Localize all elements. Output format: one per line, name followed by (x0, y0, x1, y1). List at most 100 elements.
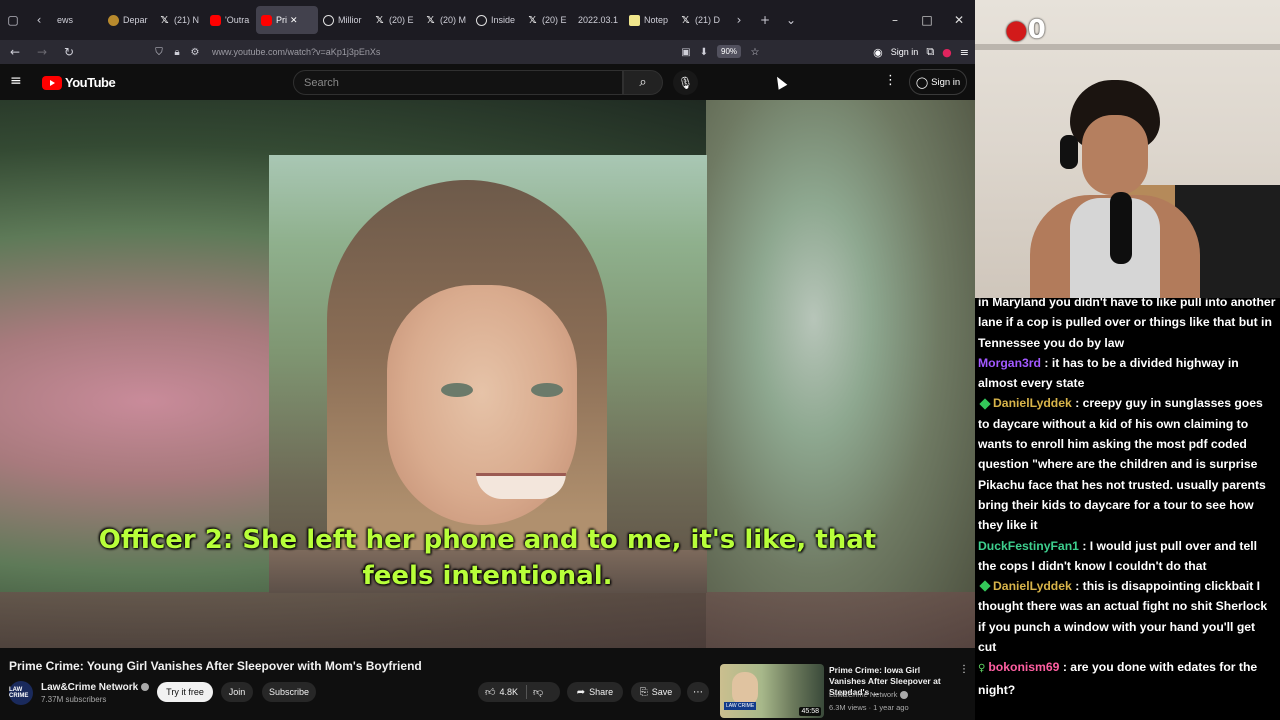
chat-message: DanielLyddek : this is disappointing cli… (978, 576, 1276, 657)
search-input[interactable] (304, 76, 622, 89)
account-icon[interactable]: ◉ (873, 46, 883, 59)
tab-label: ews (57, 15, 74, 25)
youtube-sign-in-button[interactable]: ◯ Sign in (909, 69, 967, 95)
recommended-channel[interactable]: Law&Crime Network (829, 690, 909, 700)
download-page-icon[interactable]: ⬇ (695, 47, 713, 58)
tab-list-dropdown-icon[interactable]: ⌄ (778, 6, 804, 34)
tab-scroll-left-icon[interactable]: ‹ (26, 6, 52, 34)
browser-tab[interactable]: 2022.03.1 (573, 6, 624, 34)
chat-username[interactable]: DanielLyddek (993, 396, 1072, 410)
chat-username[interactable]: bokonism69 (988, 660, 1059, 674)
subscribe-button[interactable]: Subscribe (262, 682, 316, 702)
settings-more-icon[interactable]: ⋮ (884, 73, 897, 88)
recommended-more-icon[interactable]: ⋮ (959, 664, 969, 675)
chat-username[interactable]: DanielLyddek (993, 579, 1072, 593)
join-button[interactable]: Join (221, 682, 253, 702)
app-menu-icon[interactable]: ≡ (960, 46, 969, 59)
save-label: Save (651, 687, 673, 697)
chat-message: Morgan3rd : it has to be a divided highw… (978, 353, 1276, 394)
youtube-favicon-icon (261, 14, 272, 26)
browser-tab[interactable]: Millior (318, 6, 369, 34)
like-count[interactable]: 4.8K (499, 687, 518, 697)
tab-label: (20) M (440, 15, 467, 25)
share-button[interactable]: ➦ Share (567, 682, 623, 702)
tab-bar: ▢ ‹ ews Depar 𝕏 (21) N 'Outra Pri ✕ Millior 𝕏 (20… (0, 0, 975, 40)
extension-badge-icon[interactable]: ● (942, 46, 952, 59)
guide-menu-icon[interactable]: ≡ (10, 73, 22, 89)
like-icon[interactable]: 👍︎ (485, 686, 495, 698)
browser-tab[interactable]: 𝕏 (21) N (154, 6, 205, 34)
x-favicon-icon: 𝕏 (375, 14, 384, 26)
close-window-icon[interactable]: ✕ (943, 13, 975, 27)
browser-tab[interactable]: Pri ✕ (256, 6, 318, 34)
dislike-icon[interactable]: 👎︎ (533, 686, 543, 698)
permissions-icon[interactable]: ⚙ (186, 47, 204, 58)
minimize-icon[interactable]: – (879, 13, 911, 27)
favicon-icon (323, 14, 334, 26)
channel-name[interactable]: Law&Crime Network (41, 682, 150, 693)
picture-in-picture-icon[interactable]: ▣ (677, 47, 695, 58)
browser-sign-in[interactable]: Sign in (891, 47, 919, 57)
back-icon[interactable]: ← (3, 41, 27, 63)
x-favicon-icon: 𝕏 (160, 14, 169, 26)
window-controls: – □ ✕ (879, 13, 975, 27)
address-bar[interactable]: ⛉ 🔒︎ ⚙ www.youtube.com/watch?v=aKp1j3pEn… (150, 42, 770, 62)
youtube-favicon-icon (210, 14, 221, 26)
browser-tab[interactable]: 𝕏 (20) E (369, 6, 420, 34)
search-button[interactable]: ⌕ (623, 70, 663, 95)
extensions-icon[interactable]: ⧉ (926, 45, 934, 59)
maximize-icon[interactable]: □ (911, 13, 943, 27)
favicon-icon (108, 14, 119, 26)
recommended-thumbnail[interactable]: LAW CRIME 45:58 (720, 664, 824, 718)
url-text[interactable]: www.youtube.com/watch?v=aKp1j3pEnXs (212, 47, 380, 57)
voice-search-button[interactable]: 🎙︎ (673, 70, 698, 95)
browser-tab[interactable]: 'Outra (205, 6, 256, 34)
browser-tab[interactable]: 𝕏 (21) D (675, 6, 726, 34)
search-icon: ⌕ (639, 75, 647, 90)
chat-message: DuckFestinyFan1 : I would just pull over… (978, 536, 1276, 577)
tab-close-icon[interactable]: ✕ (290, 15, 298, 26)
video-caption: Officer 2: She left her phone and to me,… (0, 522, 975, 594)
try-it-free-button[interactable]: Try it free (157, 682, 213, 702)
tracking-shield-icon[interactable]: ⛉ (150, 47, 168, 58)
browser-tab[interactable]: Depar (103, 6, 154, 34)
overlay-logo-icon: ● (1005, 15, 1028, 45)
browser-tab[interactable]: 𝕏 (20) E (522, 6, 573, 34)
channel-name-text: Law&Crime Network (41, 682, 139, 693)
forward-icon[interactable]: → (30, 41, 54, 63)
tab-overview-icon[interactable]: ▢ (0, 6, 26, 34)
user-circle-icon: ◯ (915, 75, 929, 89)
x-favicon-icon: 𝕏 (426, 14, 435, 26)
bookmark-star-icon[interactable]: ☆ (746, 47, 764, 58)
reload-icon[interactable]: ↻ (57, 41, 81, 63)
stream-overlay-counter: ●0 (1005, 15, 1046, 45)
microphone (1110, 192, 1132, 264)
tab-scroll-right-icon[interactable]: › (726, 6, 752, 34)
browser-tab[interactable]: Notep (624, 6, 675, 34)
chat-text: : creepy guy in sunglasses goes to dayca… (978, 396, 1266, 533)
lock-icon[interactable]: 🔒︎ (168, 47, 186, 58)
browser-tab[interactable]: ews (52, 6, 103, 34)
more-actions-button[interactable]: ⋯ (687, 682, 709, 702)
tab-label: Notep (644, 15, 669, 25)
chat-username[interactable]: DuckFestinyFan1 (978, 539, 1079, 553)
chat-text: in Maryland you didn't have to like pull… (978, 298, 1276, 350)
new-tab-icon[interactable]: + (752, 6, 778, 34)
tab-label: (20) E (389, 15, 414, 25)
tab-label: Pri (276, 15, 287, 25)
tab-label: Inside (491, 15, 516, 25)
save-button[interactable]: ⎘ Save (631, 682, 681, 702)
zoom-level[interactable]: 90% (717, 45, 742, 58)
browser-tab[interactable]: Inside (471, 6, 522, 34)
channel-avatar[interactable]: LAW CRIME (9, 681, 33, 705)
youtube-logo[interactable]: YouTube (42, 75, 116, 90)
tab-list: ews Depar 𝕏 (21) N 'Outra Pri ✕ Millior 𝕏 (20) E𝕏… (52, 6, 726, 34)
recommended-channel-text: Law&Crime Network (829, 690, 898, 699)
browser-tab[interactable]: 𝕏 (20) M (420, 6, 471, 34)
video-player[interactable]: Officer 2: She left her phone and to me,… (0, 100, 975, 648)
chat-username[interactable]: Morgan3rd (978, 356, 1041, 370)
recommended-meta: 6.3M views · 1 year ago (829, 703, 909, 712)
youtube-play-icon (42, 75, 62, 90)
share-icon: ➦ (576, 686, 586, 698)
like-dislike-group: 👍︎ 4.8K 👎︎ (478, 682, 560, 702)
